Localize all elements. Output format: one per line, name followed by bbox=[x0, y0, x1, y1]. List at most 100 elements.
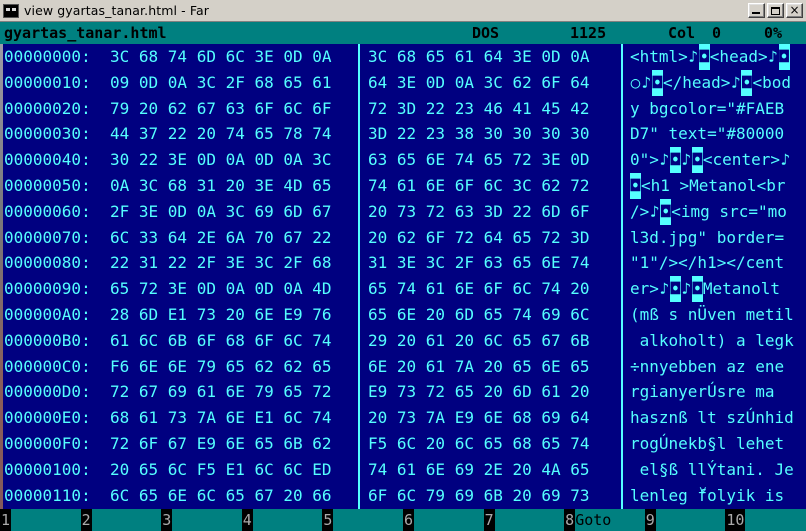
function-key-f10[interactable]: 10 bbox=[725, 509, 806, 531]
hex-ascii-text: rogÚnekb§l lehet bbox=[630, 433, 785, 453]
hex-row[interactable]: 00000060: 2F 3E 0D 0A 3C 69 6D 67 20 73 72… bbox=[0, 198, 806, 225]
function-key-label: Goto bbox=[575, 509, 645, 531]
function-key-f5[interactable]: 5 bbox=[322, 509, 403, 531]
hex-row[interactable]: 000000D0: 72 67 69 61 6E 79 65 72 E9 73 72… bbox=[0, 379, 806, 405]
hex-ascii-text: ◘<h1 >Metanol<br bbox=[630, 172, 786, 199]
hex-bytes-right: 6F 6C 79 69 6B 20 69 73 bbox=[368, 485, 590, 505]
hex-offset: 000000A0: bbox=[4, 304, 91, 324]
function-key-number: 8 bbox=[564, 509, 576, 531]
hex-ascii-text: lenleg folyik is bbox=[630, 485, 785, 505]
hex-ascii-text: />♪◘<img src="mo bbox=[630, 198, 787, 225]
function-key-f7[interactable]: 7 bbox=[483, 509, 565, 531]
hex-bytes-left: 6C 65 6E 6C 65 67 20 66 bbox=[110, 485, 332, 505]
hex-bytes-left: 61 6C 6B 6F 68 6F 6C 74 bbox=[110, 330, 332, 350]
hex-row[interactable]: 00000070: 6C 33 64 2E 6A 70 67 22 20 62 6F… bbox=[0, 225, 806, 251]
hex-bytes-left: F6 6E 6E 79 65 62 62 65 bbox=[110, 356, 332, 376]
window-controls: × bbox=[748, 3, 803, 18]
hex-dump-view[interactable]: 00000000: 3C 68 74 6D 6C 3E 0D 0A 3C 68 65… bbox=[0, 44, 806, 509]
hex-bytes-left: 79 20 62 67 63 6F 6C 6F bbox=[110, 98, 332, 118]
function-key-label bbox=[11, 509, 81, 531]
hex-ascii-text: (mß s nÜven metil bbox=[630, 304, 794, 324]
hex-row[interactable]: 000000A0: 28 6D E1 73 20 6E E9 76 65 6E 20… bbox=[0, 302, 806, 328]
minimize-button[interactable] bbox=[748, 3, 765, 18]
hex-row[interactable]: 000000E0: 68 61 73 7A 6E E1 6C 74 20 73 7A… bbox=[0, 405, 806, 431]
hex-row[interactable]: 00000050: 0A 3C 68 31 20 3E 4D 65 74 61 6E… bbox=[0, 172, 806, 199]
hex-row[interactable]: 000000F0: 72 6F 67 E9 6E 65 6B 62 F5 6C 20… bbox=[0, 431, 806, 457]
hex-row[interactable]: 00000020: 79 20 62 67 63 6F 6C 6F 72 3D 22… bbox=[0, 96, 806, 122]
control-char-glyph: ◘ bbox=[660, 198, 672, 225]
hex-row[interactable]: 00000010: 09 0D 0A 3C 2F 68 65 61 64 3E 0D… bbox=[0, 69, 806, 96]
hex-ascii-text: "1"/></h1></cent bbox=[630, 253, 785, 273]
hex-ascii-text: alkoholt) a legk bbox=[630, 330, 794, 350]
hex-offset: 00000070: bbox=[4, 227, 91, 247]
hex-row[interactable]: 00000040: 30 22 3E 0D 0A 0D 0A 3C 63 65 6E… bbox=[0, 147, 806, 173]
hex-ascii-text: D7" text="#80000 bbox=[630, 124, 785, 144]
function-key-label bbox=[655, 509, 726, 531]
function-key-number: 3 bbox=[161, 509, 173, 531]
control-char-glyph: ♪ bbox=[649, 201, 660, 221]
hex-offset: 00000090: bbox=[4, 279, 91, 299]
function-key-f3[interactable]: 3 bbox=[161, 509, 242, 531]
control-char-glyph: ◘ bbox=[741, 69, 753, 96]
function-key-f6[interactable]: 6 bbox=[402, 509, 484, 531]
hex-bytes-right: 65 74 61 6E 6F 6C 74 20 bbox=[368, 279, 590, 299]
control-char-glyph: ♪ bbox=[688, 47, 699, 66]
hex-bytes-right: E9 73 72 65 20 6D 61 20 bbox=[368, 382, 590, 402]
control-char-glyph: ◘ bbox=[691, 276, 703, 302]
hex-bytes-right: 20 73 72 63 3D 22 6D 6F bbox=[368, 201, 590, 221]
hex-row[interactable]: 00000080: 22 31 22 2F 3E 3C 2F 68 31 3E 3C… bbox=[0, 250, 806, 276]
function-key-label bbox=[91, 509, 162, 531]
function-key-f1[interactable]: 1 bbox=[0, 509, 81, 531]
hex-bytes-left: 3C 68 74 6D 6C 3E 0D 0A bbox=[110, 47, 332, 66]
hex-row[interactable]: 00000030: 44 37 22 20 74 65 78 74 3D 22 23… bbox=[0, 121, 806, 147]
control-char-glyph: ♪ bbox=[681, 279, 692, 299]
hex-rows-container: 00000000: 3C 68 74 6D 6C 3E 0D 0A 3C 68 65… bbox=[0, 44, 806, 509]
function-key-number: 2 bbox=[80, 509, 92, 531]
window-title: view gyartas_tanar.html - Far bbox=[24, 3, 209, 18]
hex-offset: 000000E0: bbox=[4, 408, 91, 428]
control-char-glyph: ◘ bbox=[691, 147, 703, 173]
hex-row[interactable]: 000000B0: 61 6C 6B 6F 68 6F 6C 74 29 20 61… bbox=[0, 328, 806, 354]
hex-row[interactable]: 00000100: 20 65 6C F5 E1 6C 6C ED 74 61 6E… bbox=[0, 457, 806, 483]
hex-bytes-left: 0A 3C 68 31 20 3E 4D 65 bbox=[110, 175, 332, 195]
function-key-f4[interactable]: 4 bbox=[241, 509, 323, 531]
hex-row[interactable]: 00000000: 3C 68 74 6D 6C 3E 0D 0A 3C 68 65… bbox=[0, 44, 806, 70]
control-char-glyph: ◘ bbox=[669, 276, 681, 302]
hex-offset: 00000000: bbox=[4, 47, 91, 66]
hex-ascii-text: <html>♪◘<head>♪◘ bbox=[630, 44, 790, 70]
hex-offset: 00000040: bbox=[4, 150, 91, 170]
hex-row[interactable]: 000000C0: F6 6E 6E 79 65 62 62 65 6E 20 61… bbox=[0, 354, 806, 380]
control-char-glyph: ♪ bbox=[768, 47, 778, 66]
hex-bytes-left: 30 22 3E 0D 0A 0D 0A 3C bbox=[110, 150, 332, 170]
hex-bytes-right: 20 62 6F 72 64 65 72 3D bbox=[368, 227, 590, 247]
close-icon: × bbox=[789, 3, 800, 17]
function-key-f9[interactable]: 9 bbox=[644, 509, 726, 531]
hex-bytes-right: 29 20 61 20 6C 65 67 6B bbox=[368, 330, 590, 350]
hex-offset: 00000110: bbox=[4, 485, 91, 505]
control-char-glyph: ○ bbox=[630, 72, 641, 92]
close-button[interactable]: × bbox=[786, 3, 803, 18]
function-key-number: 4 bbox=[241, 509, 253, 531]
hex-bytes-left: 2F 3E 0D 0A 3C 69 6D 67 bbox=[110, 201, 332, 221]
control-char-glyph: ◘ bbox=[778, 44, 790, 70]
maximize-button[interactable] bbox=[767, 3, 784, 18]
hex-bytes-left: 28 6D E1 73 20 6E E9 76 bbox=[110, 304, 332, 324]
function-key-f2[interactable]: 2 bbox=[80, 509, 162, 531]
hex-bytes-right: 3C 68 65 61 64 3E 0D 0A bbox=[368, 47, 590, 66]
hex-offset: 000000D0: bbox=[4, 382, 91, 402]
status-col-value: 0 bbox=[712, 24, 722, 42]
status-encoding[interactable]: DOS bbox=[472, 22, 499, 44]
function-key-label bbox=[494, 509, 565, 531]
function-key-number: 5 bbox=[322, 509, 334, 531]
hex-bytes-left: 72 6F 67 E9 6E 65 6B 62 bbox=[110, 433, 332, 453]
control-char-glyph: ◘ bbox=[698, 44, 710, 70]
hex-row[interactable]: 00000090: 65 72 3E 0D 0A 0D 0A 4D 65 74 61… bbox=[0, 276, 806, 302]
hex-row[interactable]: 00000110: 6C 65 6E 6C 65 67 20 66 6F 6C 79… bbox=[0, 483, 806, 509]
function-key-label bbox=[172, 509, 242, 531]
function-key-f8[interactable]: 8 Goto bbox=[564, 509, 645, 531]
hex-bytes-right: 20 73 7A E9 6E 68 69 64 bbox=[368, 408, 590, 428]
control-char-glyph: ♪ bbox=[659, 150, 670, 170]
hex-ascii-text: 0">♪◘♪◘<center>♪ bbox=[630, 147, 791, 173]
console-area: gyartas_tanar.html DOS 1125 Col 0 0% 000… bbox=[0, 22, 806, 531]
hex-bytes-left: 22 31 22 2F 3E 3C 2F 68 bbox=[110, 253, 332, 273]
